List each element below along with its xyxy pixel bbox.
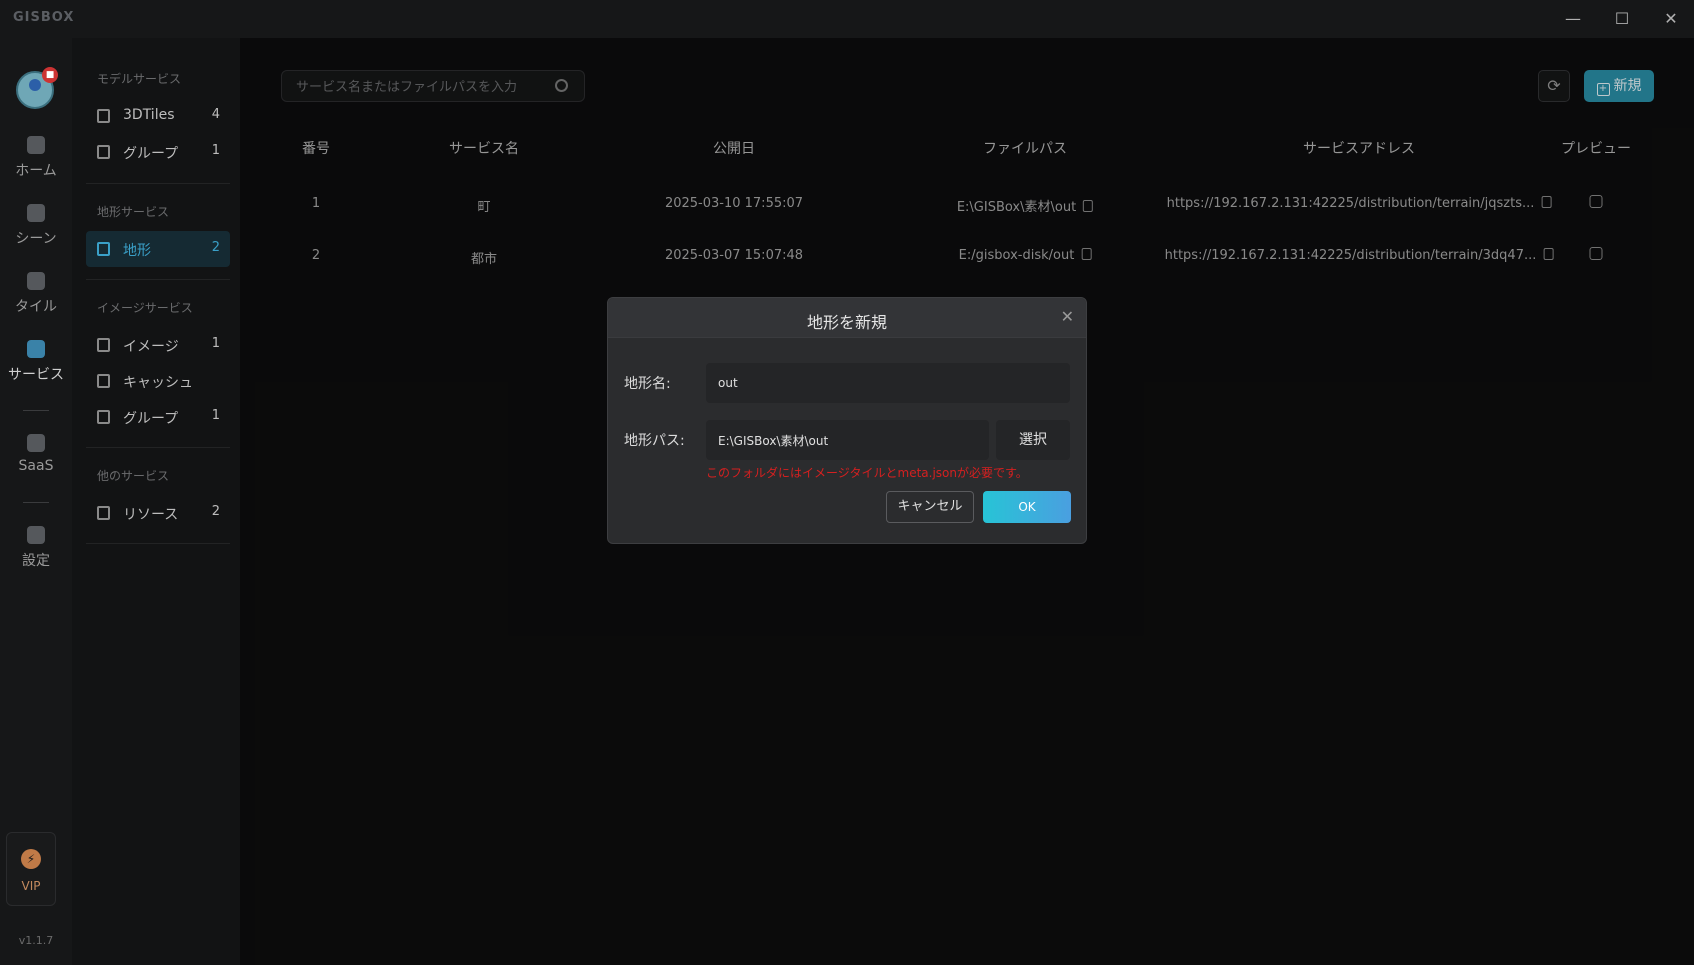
nav-item-model-group[interactable]: グループ 1: [86, 134, 230, 170]
notification-badge[interactable]: ■: [42, 67, 58, 83]
nav-item-terrain[interactable]: 地形 2: [86, 231, 230, 267]
cube-icon: [27, 204, 45, 222]
vip-button[interactable]: ⚡ VIP: [6, 832, 56, 906]
minimize-button[interactable]: —: [1560, 6, 1586, 32]
book-icon: [97, 109, 110, 123]
nav-item-resource[interactable]: リソース 2: [86, 495, 230, 531]
nav-item-label: 3DTiles: [123, 107, 175, 123]
rail-item-home[interactable]: ホーム: [0, 136, 72, 180]
nav-item-label: リソース: [123, 507, 179, 523]
nav-item-3dtiles[interactable]: 3DTiles 4: [86, 98, 230, 134]
gear-icon: [27, 526, 45, 544]
vip-label: VIP: [21, 879, 41, 893]
rail-item-label: ホーム: [15, 163, 57, 179]
group-title-other: 他のサービス: [97, 469, 170, 483]
close-window-button[interactable]: ✕: [1658, 6, 1684, 32]
nav-divider: [86, 447, 230, 448]
nav-item-count: 1: [211, 143, 220, 158]
group-title-terrain: 地形サービス: [97, 205, 170, 219]
rail-item-label: SaaS: [18, 458, 54, 474]
nav-item-count: 4: [211, 107, 220, 122]
nav-item-cache[interactable]: キャッシュ: [86, 363, 230, 399]
nav-item-count: 2: [211, 240, 220, 255]
group-title-image: イメージサービス: [97, 301, 193, 315]
book-icon: [97, 145, 110, 159]
dialog-header: 地形を新規 ✕: [608, 298, 1086, 338]
nav-divider: [86, 183, 230, 184]
nav-item-label: イメージ: [123, 339, 179, 355]
validation-error: このフォルダにはイメージタイルとmeta.jsonが必要です。: [706, 466, 1028, 480]
maximize-button[interactable]: ☐: [1609, 6, 1635, 32]
rail-divider: [23, 502, 49, 503]
rail-item-service[interactable]: サービス: [0, 340, 72, 384]
nav-item-count: 2: [211, 504, 220, 519]
rail-item-label: サービス: [8, 367, 64, 383]
lock-icon: [27, 434, 45, 452]
home-icon: [27, 136, 45, 154]
cancel-button[interactable]: キャンセル: [886, 491, 974, 523]
service-subnav: モデルサービス 3DTiles 4 グループ 1 地形サービス 地形 2 イメー…: [72, 38, 240, 965]
app-version: v1.1.7: [18, 934, 54, 947]
terrain-icon: [97, 242, 110, 256]
nav-item-image[interactable]: イメージ 1: [86, 327, 230, 363]
rail-item-label: タイル: [15, 299, 57, 315]
rail-item-label: シーン: [15, 231, 57, 247]
ok-button[interactable]: OK: [983, 491, 1071, 523]
main-rail: ■ ホーム シーン タイル サービス SaaS 設定 ⚡ VIP v1.1.7: [0, 38, 72, 965]
terrain-path-label: 地形パス:: [624, 433, 685, 449]
title-bar: GISBOX — ☐ ✕: [0, 0, 1694, 38]
nav-item-count: 1: [211, 336, 220, 351]
service-icon: [27, 340, 45, 358]
resource-icon: [97, 506, 110, 520]
nav-item-image-group[interactable]: グループ 1: [86, 399, 230, 435]
nav-item-label: グループ: [123, 411, 179, 427]
image-icon: [97, 338, 110, 352]
close-icon[interactable]: ✕: [1061, 307, 1074, 326]
select-folder-button[interactable]: 選択: [996, 420, 1070, 460]
nav-item-label: キャッシュ: [123, 375, 193, 391]
rail-divider: [23, 410, 49, 411]
dialog-title: 地形を新規: [806, 313, 887, 332]
group-title-model: モデルサービス: [97, 72, 182, 86]
nav-item-label: 地形: [123, 243, 151, 259]
terrain-name-label: 地形名:: [624, 376, 671, 392]
rail-item-settings[interactable]: 設定: [0, 526, 72, 570]
app-logo: GISBOX: [13, 10, 75, 25]
rail-item-label: 設定: [22, 553, 50, 569]
nav-item-label: グループ: [123, 146, 179, 162]
rail-item-saas[interactable]: SaaS: [0, 434, 72, 474]
image-group-icon: [97, 410, 110, 424]
nav-item-count: 1: [211, 408, 220, 423]
rail-item-scene[interactable]: シーン: [0, 204, 72, 248]
tile-check-icon: [27, 272, 45, 290]
terrain-path-input[interactable]: [706, 420, 989, 460]
terrain-name-input[interactable]: [706, 363, 1070, 403]
rail-item-tile[interactable]: タイル: [0, 272, 72, 316]
cache-icon: [97, 374, 110, 388]
nav-divider: [86, 543, 230, 544]
lightning-icon: ⚡: [21, 849, 41, 869]
new-terrain-dialog: 地形を新規 ✕ 地形名: 地形パス: 選択 このフォルダにはイメージタイルとme…: [607, 297, 1087, 544]
nav-divider: [86, 279, 230, 280]
